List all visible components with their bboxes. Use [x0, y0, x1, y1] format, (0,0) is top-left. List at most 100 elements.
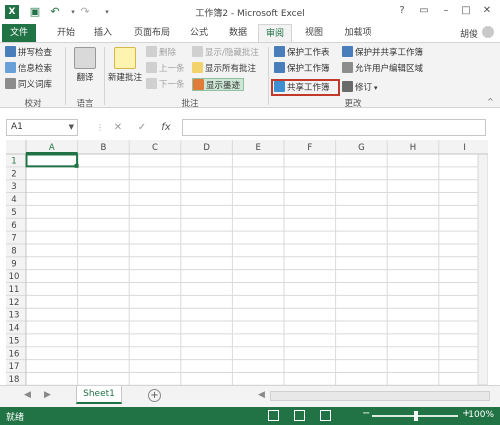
cancel-icon[interactable]: ✕ — [110, 119, 126, 136]
tab-insert[interactable]: 插入 — [87, 24, 119, 42]
previous-comment-button[interactable]: 上一条 — [146, 62, 185, 75]
maximize-icon[interactable]: □ — [456, 3, 476, 19]
thesaurus-button[interactable]: 同义词库 — [5, 78, 52, 91]
column-header-I[interactable]: I — [463, 143, 466, 153]
worksheet-grid[interactable]: A B C D E F G H I 1 2 3 4 5 6 7 8 9 10 11 12 13 14 15 16 17 18 — [6, 140, 488, 385]
new-comment-button[interactable]: 新建批注 — [106, 47, 144, 83]
protect-share-icon — [342, 46, 353, 57]
column-header-C[interactable]: C — [152, 143, 158, 153]
ribbon-tab-bar: 文件 开始 插入 页面布局 公式 数据 审阅 视图 加载项 胡俊 — [0, 24, 500, 42]
row-header-17[interactable]: 17 — [9, 362, 20, 372]
tab-view[interactable]: 视图 — [298, 24, 330, 42]
tab-formulas[interactable]: 公式 — [183, 24, 215, 42]
enter-icon[interactable]: ✓ — [134, 119, 150, 136]
formula-bar: A1 ▼ ⋮ ✕ ✓ fx — [0, 108, 500, 138]
tab-data[interactable]: 数据 — [222, 24, 254, 42]
row-header-9[interactable]: 9 — [11, 259, 16, 269]
close-icon[interactable]: ✕ — [477, 3, 497, 19]
column-header-A[interactable]: A — [49, 143, 55, 153]
column-header-H[interactable]: H — [410, 143, 416, 153]
page-break-view-icon[interactable] — [320, 410, 331, 421]
column-header-E[interactable]: E — [256, 143, 261, 153]
show-ink-button[interactable]: 显示墨迹 — [192, 78, 245, 91]
sheet-tab-sheet1[interactable]: Sheet1 — [76, 386, 122, 404]
column-header-B[interactable]: B — [100, 143, 106, 153]
chevron-down-icon[interactable]: ▼ — [69, 120, 74, 135]
group-separator — [104, 47, 105, 105]
row-header-7[interactable]: 7 — [11, 234, 16, 244]
next-comment-button[interactable]: 下一条 — [146, 78, 185, 91]
row-header-11[interactable]: 11 — [9, 285, 20, 295]
protect-workbook-icon — [274, 62, 285, 73]
translate-button[interactable]: 翻译 — [70, 47, 100, 83]
add-sheet-icon[interactable]: + — [148, 389, 161, 402]
horizontal-scrollbar[interactable] — [270, 391, 490, 401]
name-box[interactable]: A1 ▼ — [6, 119, 78, 136]
row-header-14[interactable]: 14 — [9, 324, 20, 334]
column-header-G[interactable]: G — [358, 143, 365, 153]
insert-function-icon[interactable]: fx — [158, 119, 174, 136]
row-header-13[interactable]: 13 — [9, 311, 20, 321]
track-changes-icon — [342, 81, 353, 92]
group-separator — [65, 47, 66, 105]
show-ink-icon — [193, 79, 204, 90]
row-header-3[interactable]: 3 — [11, 182, 16, 192]
row-header-5[interactable]: 5 — [11, 208, 16, 218]
minimize-icon[interactable]: – — [436, 3, 456, 19]
research-button[interactable]: 信息检索 — [5, 62, 52, 75]
delete-comment-button[interactable]: 删除 — [146, 46, 176, 59]
protect-share-button[interactable]: 保护并共享工作簿 — [342, 46, 423, 59]
grid-canvas[interactable]: A B C D E F G H I123456789101112131415161718 — [6, 140, 488, 385]
protect-sheet-icon — [274, 46, 285, 57]
formula-input[interactable] — [182, 119, 486, 136]
sheet-tab-bar: ◀ ▶ Sheet1 + ◀ — [0, 385, 500, 407]
vertical-scrollbar[interactable] — [477, 153, 488, 385]
protect-workbook-button[interactable]: 保护工作簿 — [274, 62, 330, 75]
spelling-icon — [5, 46, 16, 57]
collapse-ribbon-icon[interactable]: ^ — [487, 97, 494, 106]
zoom-level[interactable]: 100% — [468, 410, 494, 420]
row-header-8[interactable]: 8 — [11, 246, 16, 256]
zoom-out-icon[interactable]: − — [362, 408, 370, 419]
row-header-18[interactable]: 18 — [9, 375, 20, 385]
allow-edit-ranges-button[interactable]: 允许用户编辑区域 — [342, 62, 423, 75]
avatar[interactable] — [482, 26, 494, 38]
row-header-12[interactable]: 12 — [9, 298, 20, 308]
track-changes-button[interactable]: 修订 ▾ — [342, 81, 378, 94]
row-header-16[interactable]: 16 — [9, 349, 20, 359]
column-header-D[interactable]: D — [203, 143, 210, 153]
status-bar: 就绪 − + 100% — [0, 407, 500, 425]
show-hide-comment-button[interactable]: 显示/隐藏批注 — [192, 46, 259, 59]
tab-home[interactable]: 开始 — [50, 24, 82, 42]
sheet-next-icon[interactable]: ▶ — [44, 390, 51, 400]
user-name[interactable]: 胡俊 — [460, 27, 478, 40]
page-layout-view-icon[interactable] — [294, 410, 305, 421]
new-comment-icon — [114, 47, 136, 69]
ribbon-display-icon[interactable]: ▭ — [414, 3, 434, 19]
row-header-4[interactable]: 4 — [11, 195, 16, 205]
selected-cell[interactable] — [25, 153, 79, 168]
row-header-1[interactable]: 1 — [11, 157, 16, 167]
more-icon: ⋮ — [96, 123, 104, 132]
show-hide-comment-icon — [192, 46, 203, 57]
sheet-prev-icon[interactable]: ◀ — [24, 390, 31, 400]
show-all-comments-button[interactable]: 显示所有批注 — [192, 62, 256, 75]
tab-addins[interactable]: 加载项 — [338, 24, 378, 42]
normal-view-icon[interactable] — [268, 410, 279, 421]
row-header-6[interactable]: 6 — [11, 221, 16, 231]
help-icon[interactable]: ? — [392, 3, 412, 19]
tab-review[interactable]: 审阅 — [258, 24, 292, 42]
tab-page-layout[interactable]: 页面布局 — [127, 24, 177, 42]
fill-handle[interactable] — [74, 163, 79, 168]
protect-sheet-button[interactable]: 保护工作表 — [274, 46, 330, 59]
row-header-2[interactable]: 2 — [11, 169, 16, 179]
column-header-F[interactable]: F — [307, 143, 312, 153]
zoom-slider-thumb[interactable] — [414, 411, 418, 421]
row-header-15[interactable]: 15 — [9, 336, 20, 346]
thesaurus-icon — [5, 78, 16, 89]
row-header-10[interactable]: 10 — [9, 272, 20, 282]
scroll-left-icon[interactable]: ◀ — [258, 390, 265, 400]
spelling-button[interactable]: 拼写检查 — [5, 46, 52, 59]
tab-file[interactable]: 文件 — [2, 24, 36, 42]
next-comment-icon — [146, 78, 157, 89]
